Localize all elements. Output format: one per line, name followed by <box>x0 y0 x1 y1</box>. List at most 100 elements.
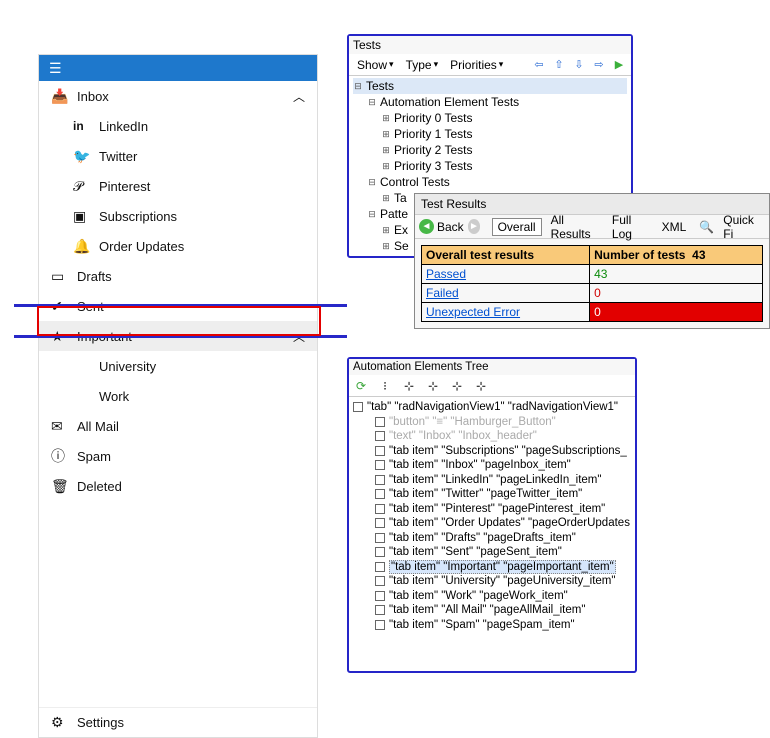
checkbox-icon[interactable] <box>375 620 385 630</box>
checkbox-icon[interactable] <box>375 591 385 601</box>
automation-tree-item[interactable]: "tab" "radNavigationView1" "radNavigatio… <box>351 400 633 415</box>
tree-item-label: Automation Element Tests <box>380 95 519 109</box>
forward-button[interactable]: ► <box>468 219 481 234</box>
expand-icon[interactable]: ⊞ <box>381 113 391 124</box>
checkbox-icon[interactable] <box>375 605 385 615</box>
type-dropdown[interactable]: Type▾ <box>402 57 443 73</box>
nodes4-icon[interactable]: ⊹ <box>473 378 489 394</box>
expand-icon[interactable]: ⊟ <box>367 209 377 220</box>
expand-icon[interactable]: ⊞ <box>381 129 391 140</box>
priorities-dropdown[interactable]: Priorities▾ <box>446 57 507 73</box>
arrow-down-icon[interactable]: ⇩ <box>571 57 587 73</box>
nav-item-label: Twitter <box>99 149 137 164</box>
automation-tree-item[interactable]: "tab item" "Inbox" "pageInbox_item" <box>351 458 633 473</box>
checkbox-icon[interactable] <box>375 475 385 485</box>
tab-overall[interactable]: Overall <box>492 218 542 236</box>
tree-item[interactable]: ⊟Control Tests <box>353 174 627 190</box>
arrow-left-icon[interactable]: ⇦ <box>531 57 547 73</box>
tree-item[interactable]: ⊟Tests <box>353 78 627 94</box>
tab-full-log[interactable]: Full Log <box>607 212 653 242</box>
nav-item-university[interactable]: University <box>39 351 317 381</box>
back-button[interactable]: ◄ Back <box>419 219 464 234</box>
expand-icon[interactable]: ⊞ <box>381 241 391 252</box>
hamburger-row[interactable]: ☰ <box>39 55 317 81</box>
nav-item-order-updates[interactable]: 🔔Order Updates <box>39 231 317 261</box>
checkbox-icon[interactable] <box>375 431 385 441</box>
refresh-icon[interactable]: ⟳ <box>353 378 369 394</box>
expand-icon[interactable]: ⊞ <box>381 225 391 236</box>
auto-tree-title: Automation Elements Tree <box>349 359 635 375</box>
checkbox-icon[interactable] <box>375 460 385 470</box>
nav-item-subscriptions[interactable]: ▣Subscriptions <box>39 201 317 231</box>
automation-tree-item[interactable]: "tab item" "Spam" "pageSpam_item" <box>351 618 633 633</box>
tree-icon[interactable]: ⁝ <box>377 378 393 394</box>
expand-icon[interactable]: ⊞ <box>381 193 391 204</box>
tree-item-label: "tab item" "Inbox" "pageInbox_item" <box>389 459 571 471</box>
checkbox-icon[interactable] <box>375 504 385 514</box>
nav-item-all-mail[interactable]: ✉All Mail <box>39 411 317 441</box>
checkbox-icon[interactable] <box>375 576 385 586</box>
auto-tree[interactable]: "tab" "radNavigationView1" "radNavigatio… <box>349 397 635 635</box>
nav-item-twitter[interactable]: 🐦Twitter <box>39 141 317 171</box>
results-toolbar: ◄ Back ► Overall All Results Full Log XM… <box>415 215 769 239</box>
expand-icon[interactable]: ⊟ <box>367 177 377 188</box>
tree-item-label: "tab item" "Spam" "pageSpam_item" <box>389 619 575 631</box>
nodes-icon[interactable]: ⊹ <box>401 378 417 394</box>
nav-item-inbox[interactable]: 📥Inbox︿ <box>39 81 317 111</box>
nav-item-spam[interactable]: ⓘSpam <box>39 441 317 471</box>
checkbox-icon[interactable] <box>375 518 385 528</box>
nav-item-drafts[interactable]: ▭Drafts <box>39 261 317 291</box>
automation-tree-item[interactable]: "tab item" "LinkedIn" "pageLinkedIn_item… <box>351 473 633 488</box>
automation-tree-item[interactable]: "tab item" "Sent" "pageSent_item" <box>351 545 633 560</box>
result-label[interactable]: Failed <box>422 284 590 303</box>
tree-item[interactable]: ⊞Priority 1 Tests <box>353 126 627 142</box>
result-value: 0 <box>590 303 763 322</box>
expand-icon[interactable]: ⊟ <box>353 81 363 92</box>
automation-tree-item[interactable]: "tab item" "Drafts" "pageDrafts_item" <box>351 531 633 546</box>
arrow-up-icon[interactable]: ⇧ <box>551 57 567 73</box>
tree-item-label: Se <box>394 239 409 253</box>
automation-tree-item[interactable]: "tab item" "Important" "pageImportant_it… <box>351 560 633 575</box>
automation-tree-item[interactable]: "tab item" "Twitter" "pageTwitter_item" <box>351 487 633 502</box>
nav-settings[interactable]: ⚙ Settings <box>39 707 317 737</box>
expand-icon[interactable]: ⊞ <box>381 161 391 172</box>
automation-tree-item[interactable]: "tab item" "University" "pageUniversity_… <box>351 574 633 589</box>
play-icon[interactable]: ▶ <box>611 57 627 73</box>
nav-item-deleted[interactable]: 🗑Deleted <box>39 471 317 501</box>
result-label[interactable]: Passed <box>422 265 590 284</box>
expand-icon[interactable]: ⊟ <box>367 97 377 108</box>
checkbox-icon[interactable] <box>375 547 385 557</box>
arrow-right-icon[interactable]: ⇨ <box>591 57 607 73</box>
automation-tree-item[interactable]: "tab item" "All Mail" "pageAllMail_item" <box>351 603 633 618</box>
checkbox-icon[interactable] <box>353 402 363 412</box>
tree-item-label: "tab item" "University" "pageUniversity_… <box>389 575 615 587</box>
tree-item-label: "tab item" "Important" "pageImportant_it… <box>389 560 616 574</box>
nodes2-icon[interactable]: ⊹ <box>425 378 441 394</box>
nav-item-linkedin[interactable]: inLinkedIn <box>39 111 317 141</box>
tab-xml[interactable]: XML <box>657 219 692 235</box>
tree-item[interactable]: ⊞Priority 2 Tests <box>353 142 627 158</box>
checkbox-icon[interactable] <box>375 489 385 499</box>
checkbox-icon[interactable] <box>375 562 385 572</box>
expand-icon[interactable]: ⊞ <box>381 145 391 156</box>
checkbox-icon[interactable] <box>375 533 385 543</box>
automation-tree-item[interactable]: "tab item" "Subscriptions" "pageSubscrip… <box>351 444 633 459</box>
automation-tree-item[interactable]: "button" "≡" "Hamburger_Button" <box>351 415 633 430</box>
nav-item-pinterest[interactable]: 𝒫Pinterest <box>39 171 317 201</box>
automation-tree-item[interactable]: "tab item" "Work" "pageWork_item" <box>351 589 633 604</box>
checkbox-icon[interactable] <box>375 417 385 427</box>
automation-tree-item[interactable]: "tab item" "Order Updates" "pageOrderUpd… <box>351 516 633 531</box>
automation-tree-item[interactable]: "tab item" "Pinterest" "pagePinterest_it… <box>351 502 633 517</box>
nodes3-icon[interactable]: ⊹ <box>449 378 465 394</box>
show-dropdown[interactable]: Show▾ <box>353 57 398 73</box>
checkbox-icon[interactable] <box>375 446 385 456</box>
tree-item[interactable]: ⊟Automation Element Tests <box>353 94 627 110</box>
tree-item[interactable]: ⊞Priority 3 Tests <box>353 158 627 174</box>
nav-item-work[interactable]: Work <box>39 381 317 411</box>
automation-tree-item[interactable]: "text" "Inbox" "Inbox_header" <box>351 429 633 444</box>
tree-item[interactable]: ⊞Priority 0 Tests <box>353 110 627 126</box>
result-label[interactable]: Unexpected Error <box>422 303 590 322</box>
tab-all-results[interactable]: All Results <box>546 212 603 242</box>
quick-find-button[interactable]: Quick Fi <box>718 212 765 242</box>
nav-item-label: University <box>99 359 156 374</box>
